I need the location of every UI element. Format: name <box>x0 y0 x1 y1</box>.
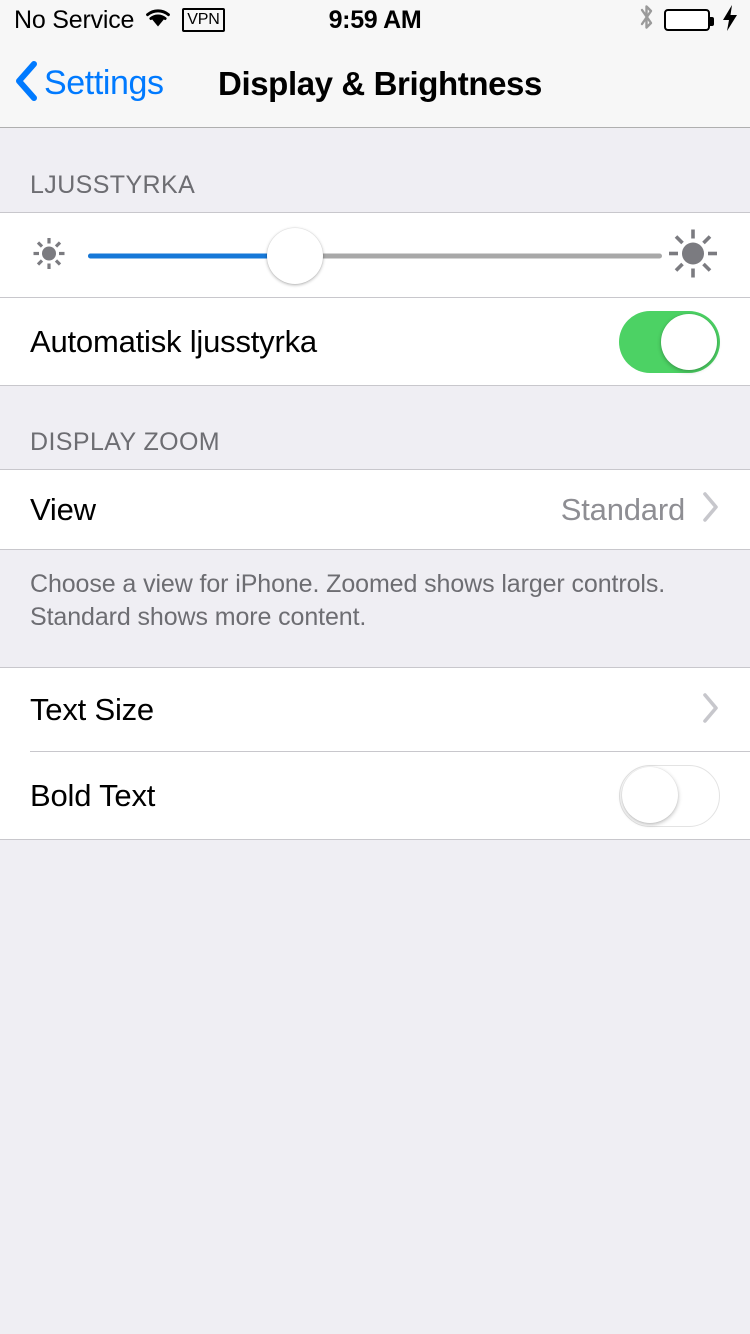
slider-track-fill <box>88 253 295 258</box>
display-zoom-header-label: DISPLAY ZOOM <box>30 428 221 456</box>
chevron-right-icon <box>701 491 720 528</box>
status-bar-right <box>638 0 738 40</box>
iphone-settings-screen: No Service VPN 9:59 AM Settings Display … <box>0 0 750 1334</box>
view-row-label: View <box>30 491 96 527</box>
brightness-slider-row[interactable] <box>0 212 750 298</box>
auto-brightness-label: Automatisk ljusstyrka <box>30 323 317 359</box>
battery-icon <box>664 9 714 31</box>
clock-label: 9:59 AM <box>328 5 422 34</box>
sun-small-icon <box>30 234 68 277</box>
auto-brightness-toggle[interactable] <box>619 310 720 373</box>
chevron-left-icon <box>14 60 38 107</box>
view-row-value: Standard <box>560 491 685 527</box>
toggle-knob <box>621 767 678 823</box>
bold-text-toggle[interactable] <box>619 764 720 827</box>
sun-large-icon <box>666 226 720 285</box>
view-row[interactable]: View Standard <box>0 469 750 550</box>
slider-track <box>88 253 662 258</box>
display-zoom-footer-text: Choose a view for iPhone. Zoomed shows l… <box>30 570 666 631</box>
bold-text-label: Bold Text <box>30 777 156 813</box>
brightness-section-header: LJUSSTYRKA <box>0 128 750 212</box>
brightness-slider[interactable] <box>30 213 720 299</box>
back-button[interactable]: Settings <box>14 60 164 107</box>
page-title-label: Display & Brightness <box>218 64 542 102</box>
bluetooth-icon <box>638 3 655 38</box>
display-zoom-footer: Choose a view for iPhone. Zoomed shows l… <box>0 550 750 667</box>
auto-brightness-row[interactable]: Automatisk ljusstyrka <box>0 298 750 386</box>
text-size-row[interactable]: Text Size <box>0 667 750 752</box>
back-button-label: Settings <box>44 64 164 102</box>
status-bar: No Service VPN 9:59 AM <box>0 0 750 40</box>
toggle-knob <box>661 313 717 370</box>
empty-area <box>0 840 750 1255</box>
bold-text-row[interactable]: Bold Text <box>0 752 750 840</box>
brightness-header-label: LJUSSTYRKA <box>30 171 196 199</box>
display-zoom-section-header: DISPLAY ZOOM <box>0 386 750 469</box>
chevron-right-icon <box>701 692 720 729</box>
navigation-bar: Settings Display & Brightness <box>0 40 750 128</box>
charging-bolt-icon <box>722 5 738 35</box>
slider-thumb[interactable] <box>266 227 323 284</box>
text-size-label: Text Size <box>30 692 154 727</box>
